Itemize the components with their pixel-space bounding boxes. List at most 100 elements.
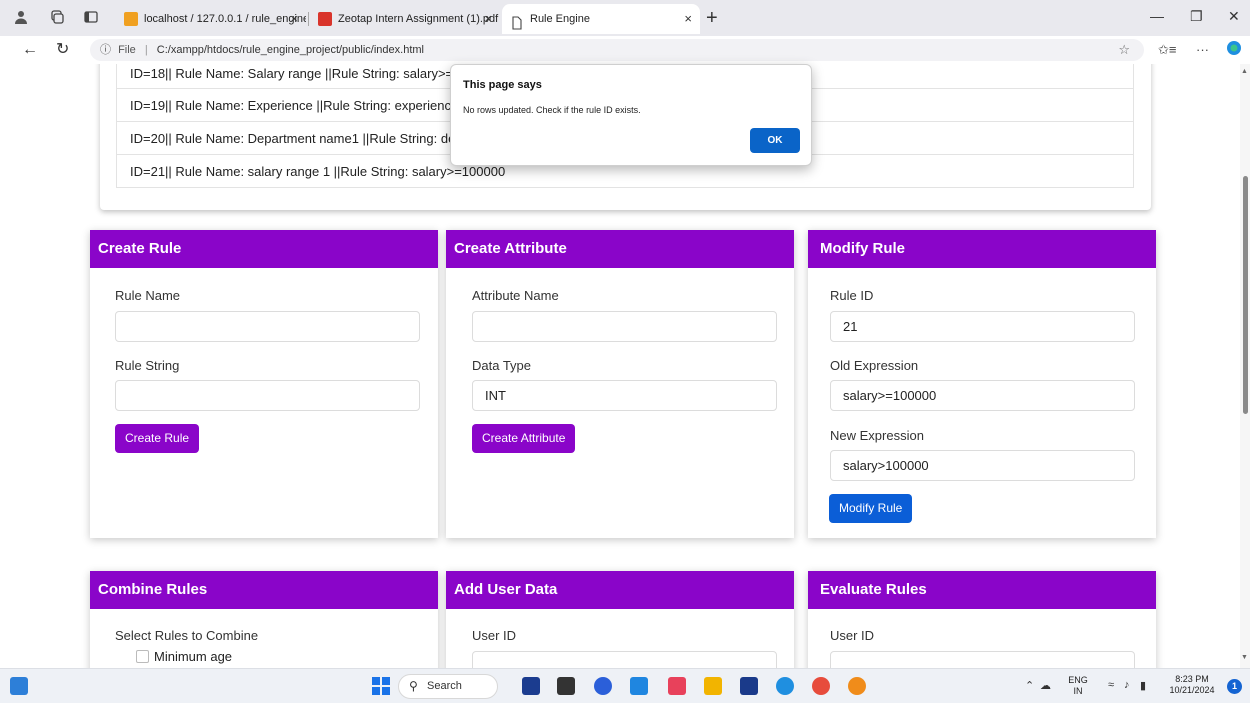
browser-tab-bar: localhost / 127.0.0.1 / rule_engine × Ze… (0, 0, 1250, 36)
minimize-icon[interactable]: — (1150, 8, 1164, 24)
rule-name-label: Rule Name (115, 288, 181, 303)
xampp-app-icon[interactable] (522, 677, 540, 695)
pdf-icon (318, 12, 332, 26)
combine-rules-panel: Combine Rules Select Rules to Combine Mi… (90, 571, 438, 668)
checkbox[interactable] (136, 650, 149, 663)
panel-title: Combine Rules (90, 571, 438, 609)
new-tab-button[interactable]: + (706, 6, 718, 30)
search-label: Search (427, 680, 462, 692)
create-rule-panel: Create Rule Rule Name Rule String Create… (90, 230, 438, 538)
postman-app-icon[interactable] (848, 677, 866, 695)
scroll-up-icon[interactable]: ▲ (1241, 68, 1248, 75)
back-arrow-icon[interactable]: ← (22, 40, 38, 60)
tray-overflow-icon[interactable]: ⌃ (1025, 679, 1034, 692)
copilot-icon[interactable] (1226, 40, 1242, 59)
url-divider: | (144, 44, 148, 56)
panel-title: Modify Rule (808, 230, 1156, 268)
panel-title: Create Rule (90, 230, 438, 268)
close-window-icon[interactable]: ✕ (1228, 8, 1240, 25)
panel-title: Add User Data (446, 571, 794, 609)
clock-date: 10/21/2024 (1169, 685, 1215, 695)
rule-id-label: Rule ID (830, 288, 874, 303)
notification-badge[interactable]: 1 (1227, 679, 1242, 694)
taskbar-search-box[interactable]: ⚲ Search (398, 674, 498, 699)
office-app-icon[interactable] (668, 677, 686, 695)
user-id-label: User ID (472, 628, 517, 643)
scrollbar-thumb[interactable] (1243, 176, 1248, 414)
data-type-input[interactable]: INT (472, 380, 777, 411)
search-icon: ⚲ (409, 679, 418, 693)
weather-icon[interactable]: ☁ (1040, 679, 1051, 692)
url-text: C:/xampp/htdocs/rule_engine_project/publ… (156, 44, 424, 56)
meet-app-icon[interactable] (594, 677, 612, 695)
favorite-star-icon[interactable]: ☆ (1118, 39, 1130, 61)
rule-checkbox-row[interactable]: Minimum age (136, 649, 232, 664)
file-explorer-icon[interactable] (704, 677, 722, 695)
create-rule-button[interactable]: Create Rule (115, 424, 200, 453)
user-id-input[interactable] (830, 651, 1135, 668)
alert-dialog: This page says No rows updated. Check if… (450, 64, 812, 166)
more-menu-icon[interactable]: ··· (1196, 42, 1209, 57)
start-icon[interactable] (372, 677, 390, 695)
restore-icon[interactable]: ❐ (1190, 8, 1203, 25)
battery-icon[interactable]: ▮ (1140, 679, 1146, 692)
volume-icon[interactable]: ♪ (1124, 679, 1130, 691)
new-expression-label: New Expression (830, 428, 924, 443)
language-indicator[interactable]: ENG IN (1067, 675, 1089, 697)
phpmyadmin-icon (124, 12, 138, 26)
close-icon[interactable]: × (290, 4, 298, 34)
close-icon[interactable]: × (684, 4, 692, 34)
tab-pdf[interactable]: Zeotap Intern Assignment (1).pdf × (310, 4, 500, 34)
create-attribute-button[interactable]: Create Attribute (472, 424, 576, 453)
taskbar: ⚲ Search ⌃ ☁ ENG IN ≈ ♪ ▮ 8:23 PM 10/21/… (0, 668, 1250, 703)
panel-title: Create Attribute (446, 230, 794, 268)
address-bar-row: ← ↻ ⓘ File | C:/xampp/htdocs/rule_engine… (0, 36, 1250, 64)
reload-icon[interactable]: ↻ (56, 40, 69, 60)
rule-name-input[interactable] (115, 311, 420, 342)
edge-app-icon[interactable] (776, 677, 794, 695)
attribute-name-input[interactable] (472, 311, 777, 342)
tab-label: Zeotap Intern Assignment (1).pdf (338, 13, 499, 25)
tab-label: localhost / 127.0.0.1 / rule_engine (144, 13, 306, 25)
user-id-label: User ID (830, 628, 875, 643)
clock[interactable]: 8:23 PM 10/21/2024 (1164, 674, 1220, 696)
tab-divider (308, 12, 309, 26)
tab-rule-engine[interactable]: Rule Engine × (502, 4, 700, 34)
modify-rule-button[interactable]: Modify Rule (829, 494, 913, 523)
vscode-app-icon[interactable] (630, 677, 648, 695)
profile-icon[interactable] (12, 9, 30, 27)
terminal-app-icon[interactable] (557, 677, 575, 695)
dialog-title: This page says (463, 79, 542, 91)
widgets-icon[interactable] (10, 677, 28, 695)
chrome-app-icon[interactable] (812, 677, 830, 695)
page-icon (510, 12, 524, 30)
wifi-icon[interactable]: ≈ (1108, 679, 1114, 691)
attribute-name-label: Attribute Name (472, 288, 559, 303)
scroll-down-icon[interactable]: ▼ (1241, 654, 1248, 661)
region-code: IN (1073, 686, 1083, 696)
url-input[interactable]: ⓘ File | C:/xampp/htdocs/rule_engine_pro… (90, 39, 1144, 61)
select-rules-label: Select Rules to Combine (115, 628, 259, 643)
tab-phpmyadmin[interactable]: localhost / 127.0.0.1 / rule_engine × (116, 4, 306, 34)
user-id-input[interactable] (472, 651, 777, 668)
old-expression-input[interactable]: salary>=100000 (830, 380, 1135, 411)
old-expression-label: Old Expression (830, 358, 919, 373)
favorites-list-icon[interactable]: ✩≡ (1158, 42, 1176, 58)
store-app-icon[interactable] (740, 677, 758, 695)
url-scheme-label: File (118, 44, 136, 56)
rule-string-input[interactable] (115, 380, 420, 411)
rule-id-input[interactable]: 21 (830, 311, 1135, 342)
tab-actions-icon[interactable] (82, 9, 100, 27)
tab-label: Rule Engine (530, 13, 590, 25)
create-attribute-panel: Create Attribute Attribute Name Data Typ… (446, 230, 794, 538)
info-icon[interactable]: ⓘ (100, 44, 111, 56)
ok-button[interactable]: OK (750, 128, 800, 153)
workspaces-icon[interactable] (48, 9, 66, 27)
new-expression-input[interactable]: salary>100000 (830, 450, 1135, 481)
page-scrollbar[interactable]: ▲ ▼ (1240, 64, 1250, 668)
dialog-message: No rows updated. Check if the rule ID ex… (463, 105, 641, 115)
close-icon[interactable]: × (484, 4, 492, 34)
panel-title: Evaluate Rules (808, 571, 1156, 609)
add-user-data-panel: Add User Data User ID (446, 571, 794, 668)
language-code: ENG (1068, 675, 1088, 685)
